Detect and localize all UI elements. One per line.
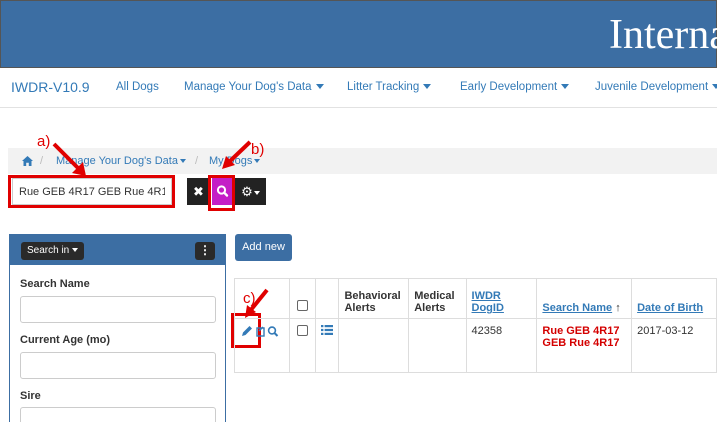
- row-search-name: Rue GEB 4R17 GEB Rue 4R17: [536, 318, 633, 373]
- row-behavioral-alerts: [338, 318, 410, 373]
- search-name-field[interactable]: [20, 296, 216, 323]
- details-header: [314, 278, 340, 319]
- dogid-header[interactable]: IWDR DogID: [465, 278, 538, 319]
- row-dob: 2017-03-12: [631, 318, 717, 373]
- annotation-box-b: [208, 175, 235, 211]
- add-new-button[interactable]: Add new: [235, 234, 292, 261]
- nav-litter-tracking[interactable]: Litter Tracking: [347, 81, 432, 93]
- dob-header[interactable]: Date of Birth: [631, 278, 717, 319]
- nav-juvenile-development[interactable]: Juvenile Development: [595, 81, 717, 93]
- sire-label: Sire: [20, 390, 41, 402]
- table-row[interactable]: 42358 Rue GEB 4R17 GEB Rue 4R17 2017-03-…: [234, 318, 717, 373]
- nav-manage-dog-data[interactable]: Manage Your Dog's Data: [184, 81, 324, 93]
- clear-search-button[interactable]: ✖: [187, 178, 210, 205]
- medical-alerts-header: Medical Alerts: [408, 278, 467, 319]
- row-actions-cell: [234, 318, 290, 373]
- row-select-cell: [289, 318, 316, 373]
- actions-header: [234, 278, 290, 319]
- caret-down-icon: [423, 84, 432, 90]
- table-header-row: Behavioral Alerts Medical Alerts IWDR Do…: [234, 278, 717, 319]
- settings-dropdown-button[interactable]: ⚙: [235, 178, 266, 205]
- row-details-cell: [314, 318, 340, 373]
- caret-down-icon: [712, 84, 717, 90]
- breadcrumb-separator: /: [195, 155, 199, 167]
- home-icon[interactable]: [22, 156, 33, 166]
- sort-ascending-icon: ↑: [615, 302, 621, 314]
- view-icon[interactable]: [256, 326, 265, 337]
- select-all-header: [289, 278, 316, 319]
- dogs-table: Behavioral Alerts Medical Alerts IWDR Do…: [234, 278, 717, 373]
- behavioral-alerts-header: Behavioral Alerts: [338, 278, 410, 319]
- search-name-header[interactable]: Search Name ↑: [536, 278, 633, 319]
- search-in-dropdown-button[interactable]: Search in: [21, 242, 84, 260]
- top-navbar: IWDR-V10.9 All Dogs Manage Your Dog's Da…: [0, 68, 717, 108]
- banner-title: Interna: [609, 12, 717, 58]
- gear-icon: ⚙: [241, 184, 253, 199]
- caret-down-icon: [315, 84, 324, 90]
- breadcrumb: / Manage Your Dog's Data / My Dogs: [8, 148, 717, 174]
- caret-down-icon: [72, 248, 79, 253]
- annotation-label-a: a): [37, 133, 51, 150]
- breadcrumb-separator: /: [40, 155, 44, 167]
- row-action-icons: [242, 326, 279, 337]
- caret-down-icon: [561, 84, 570, 90]
- annotation-box-a: [8, 175, 175, 208]
- search-name-label: Search Name: [20, 278, 90, 290]
- search-icon[interactable]: [267, 326, 279, 337]
- annotation-arrow-b-icon: [222, 140, 252, 169]
- caret-down-icon: [179, 159, 186, 164]
- select-all-checkbox[interactable]: [296, 300, 308, 311]
- annotation-arrow-a-icon: [52, 142, 86, 176]
- filter-panel: Search in ⋮ Search Name Current Age (mo)…: [9, 234, 226, 422]
- nav-all-dogs[interactable]: All Dogs: [116, 81, 159, 93]
- close-icon: ✖: [193, 184, 204, 199]
- row-medical-alerts: [408, 318, 467, 373]
- sire-field[interactable]: [20, 407, 216, 422]
- edit-icon[interactable]: [242, 326, 252, 336]
- caret-down-icon: [253, 190, 260, 195]
- current-age-label: Current Age (mo): [20, 334, 111, 346]
- app-version-brand[interactable]: IWDR-V10.9: [11, 79, 90, 95]
- row-dogid: 42358: [465, 318, 538, 373]
- kebab-menu-icon: ⋮: [199, 243, 211, 257]
- app-banner: Interna: [0, 0, 717, 68]
- nav-early-development[interactable]: Early Development: [460, 81, 570, 93]
- row-checkbox[interactable]: [296, 325, 308, 336]
- current-age-field[interactable]: [20, 352, 216, 379]
- list-details-icon[interactable]: [320, 325, 333, 335]
- caret-down-icon: [254, 159, 261, 164]
- panel-menu-button[interactable]: ⋮: [195, 242, 215, 260]
- filter-panel-header: Search in ⋮: [10, 235, 225, 265]
